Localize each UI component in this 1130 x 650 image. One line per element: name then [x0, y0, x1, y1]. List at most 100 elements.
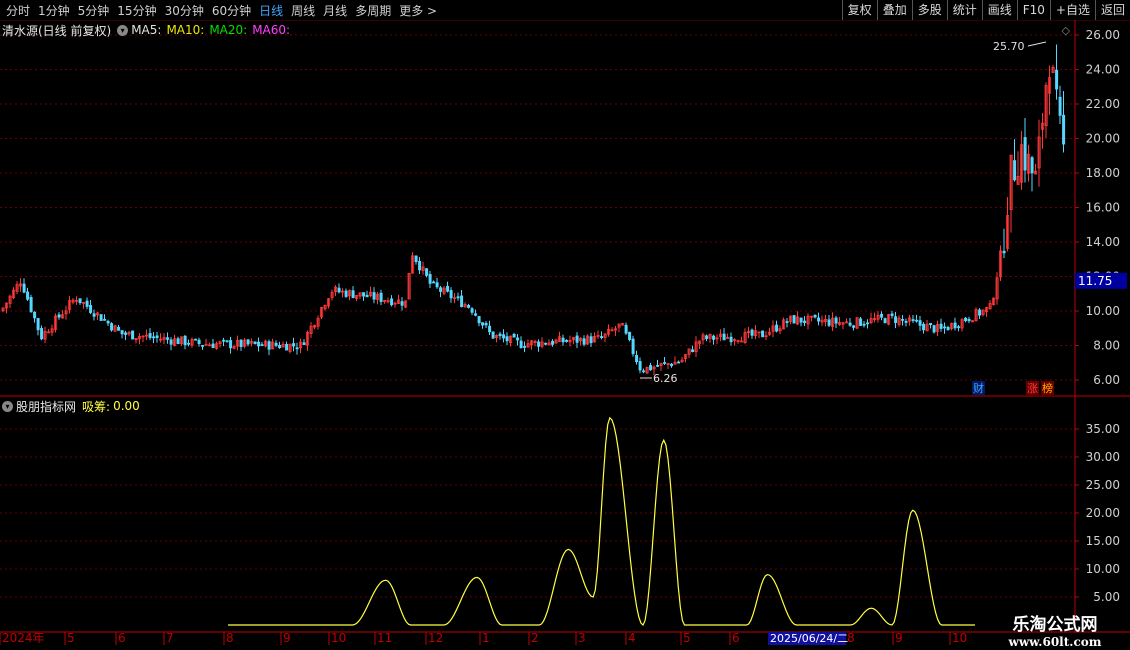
candle-body — [295, 347, 299, 350]
time-label: 6 — [732, 631, 740, 645]
candle-body — [418, 260, 422, 271]
candle-body — [922, 323, 926, 331]
candle-body — [131, 330, 135, 340]
diamond-icon[interactable]: ◇ — [1062, 24, 1070, 37]
candle-body — [85, 300, 89, 307]
candle-body — [425, 268, 429, 276]
candle-body — [117, 326, 121, 331]
candle-body — [953, 322, 957, 329]
candle-body — [740, 340, 744, 343]
stock-title: 清水源(日线 前复权) — [2, 23, 112, 38]
candle-body — [565, 339, 569, 342]
candle-body — [285, 344, 289, 351]
candle-body — [432, 281, 436, 284]
price-tick-label: 14.00 — [1086, 235, 1120, 249]
high-price-label: 25.70 — [993, 40, 1025, 53]
time-label: 10 — [331, 631, 346, 645]
candle-body — [512, 333, 516, 338]
candle-body — [474, 313, 478, 316]
candle-body — [799, 317, 803, 323]
candle-body — [519, 340, 523, 349]
candle-body — [239, 339, 243, 348]
time-label: 7 — [166, 631, 174, 645]
candle-body — [253, 341, 257, 345]
indicator-tick-label: 25.00 — [1086, 478, 1120, 492]
candle-body — [964, 317, 968, 322]
candle-body — [351, 290, 355, 299]
candle-body — [362, 292, 366, 297]
time-label: 9 — [895, 631, 903, 645]
candle-body — [211, 343, 215, 348]
candle-body — [656, 364, 660, 367]
time-label: 8 — [847, 631, 855, 645]
indicator-tick-label: 30.00 — [1086, 450, 1120, 464]
candle-body — [1023, 137, 1027, 171]
candle-body — [197, 339, 201, 345]
price-tick-label: 16.00 — [1086, 201, 1120, 215]
badge-label: 榜 — [1042, 381, 1053, 395]
collapse-icon[interactable]: ▾ — [2, 400, 13, 412]
candle-body — [1058, 96, 1062, 116]
candle-body — [894, 316, 898, 323]
candle-body — [201, 344, 205, 347]
price-tick-label: 18.00 — [1086, 166, 1120, 180]
watermark-line2: www.60lt.com — [1008, 635, 1102, 649]
badge-label: 财 — [973, 381, 984, 395]
candle-body — [439, 287, 443, 292]
indicator-value: 0.00 — [113, 399, 140, 413]
candle-body — [946, 326, 950, 331]
candle-body — [89, 305, 93, 313]
time-label: 1 — [482, 631, 490, 645]
badge-label: 涨 — [1027, 382, 1038, 395]
candle-body — [166, 337, 170, 340]
candle-body — [1062, 114, 1066, 145]
indicator-tick-label: 5.00 — [1093, 590, 1120, 604]
candle-body — [939, 323, 943, 329]
candle-body — [229, 340, 233, 349]
candle-body — [575, 335, 579, 343]
chart-canvas[interactable]: 26.0024.0022.0020.0018.0016.0014.0012.00… — [0, 0, 1130, 650]
candle-body — [22, 283, 26, 293]
candle-body — [274, 342, 278, 346]
candle-body — [467, 304, 471, 308]
candle-body — [400, 301, 404, 306]
collapse-icon[interactable]: ▾ — [117, 24, 129, 36]
watermark-logo: 乐淘公式网 www.60lt.com — [1000, 610, 1110, 649]
candle-body — [670, 363, 674, 367]
candle-body — [488, 325, 492, 333]
candle-body — [904, 320, 908, 323]
low-price-label: 6.26 — [653, 372, 678, 385]
indicator-tick-label: 10.00 — [1086, 562, 1120, 576]
candle-body — [978, 309, 982, 316]
candle-body — [379, 292, 383, 302]
time-label: 5 — [683, 631, 691, 645]
candle-body — [124, 332, 128, 335]
candle-body — [691, 349, 695, 353]
candle-body — [915, 319, 919, 322]
candle-body — [1030, 157, 1034, 174]
candle-body — [785, 321, 789, 323]
candle-body — [642, 370, 646, 373]
candle-body — [722, 333, 726, 341]
candle-body — [943, 326, 947, 329]
indicator-tick-label: 15.00 — [1086, 534, 1120, 548]
candle-body — [257, 341, 261, 347]
indicator-series-line — [228, 416, 975, 627]
candle-body — [750, 329, 754, 336]
ma-label-3: MA60: — [252, 23, 291, 37]
price-tick-label: 22.00 — [1086, 97, 1120, 111]
candle-body — [859, 318, 863, 326]
candle-body — [649, 365, 653, 371]
candle-body — [775, 324, 779, 332]
time-label: 11 — [377, 631, 392, 645]
candle-body — [638, 361, 642, 371]
candle-body — [372, 292, 376, 300]
candle-body — [813, 314, 817, 318]
indicator-label: 吸筹: — [82, 399, 111, 414]
time-label: 6 — [118, 631, 126, 645]
candle-body — [344, 290, 348, 297]
candle-body — [677, 361, 681, 364]
time-label: 4 — [628, 631, 636, 645]
candle-body — [624, 324, 628, 334]
candle-body — [957, 326, 961, 329]
